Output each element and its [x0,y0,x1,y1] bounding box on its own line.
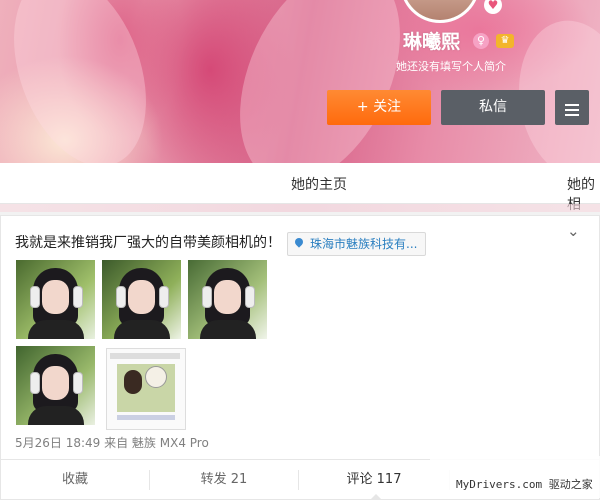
avatar[interactable] [400,0,480,23]
repost-button[interactable]: 转发 21 [150,460,298,500]
verified-badge-icon: ♥ [484,0,502,14]
location-pin-icon [293,236,305,248]
profile-bio: 她还没有填写个人简介 [396,60,506,73]
vip-crown-icon: ♛ [496,34,514,48]
comment-caret-icon [370,494,382,500]
photo-thumbnail-2[interactable] [102,260,181,339]
female-gender-icon: ♀ [473,33,489,49]
location-tag[interactable]: 珠海市魅族科技有... [287,232,427,256]
profile-cover: ♥ 琳曦熙 ♀ ♛ 她还没有填写个人简介 + 关注 私信 [0,0,600,163]
photo-thumbnail-3[interactable] [188,260,267,339]
message-button[interactable]: 私信 [441,90,545,125]
chevron-down-icon[interactable]: ⌄ [567,222,580,240]
photo-thumbnail-1[interactable] [16,260,95,339]
photo-thumbnail-5[interactable] [106,348,186,430]
follow-button[interactable]: + 关注 [327,90,431,125]
hamburger-icon [555,90,589,116]
favorite-button[interactable]: 收藏 [1,460,149,500]
post-meta: 5月26日 18:49 来自 魅族 MX4 Pro [15,436,209,450]
more-menu-button[interactable] [555,90,589,125]
username: 琳曦熙 [403,31,461,53]
divider [0,204,600,212]
profile-tabs: 她的主页 她的相 [0,163,600,213]
watermark-text: MyDrivers.com 驱动之家 [456,478,593,491]
location-label: 珠海市魅族科技有... [310,237,418,251]
post-text: 我就是来推销我厂强大的自带美颜相机的！ [15,235,281,251]
photo-thumbnail-4[interactable] [16,346,95,425]
tab-home[interactable]: 她的主页 [291,174,347,194]
